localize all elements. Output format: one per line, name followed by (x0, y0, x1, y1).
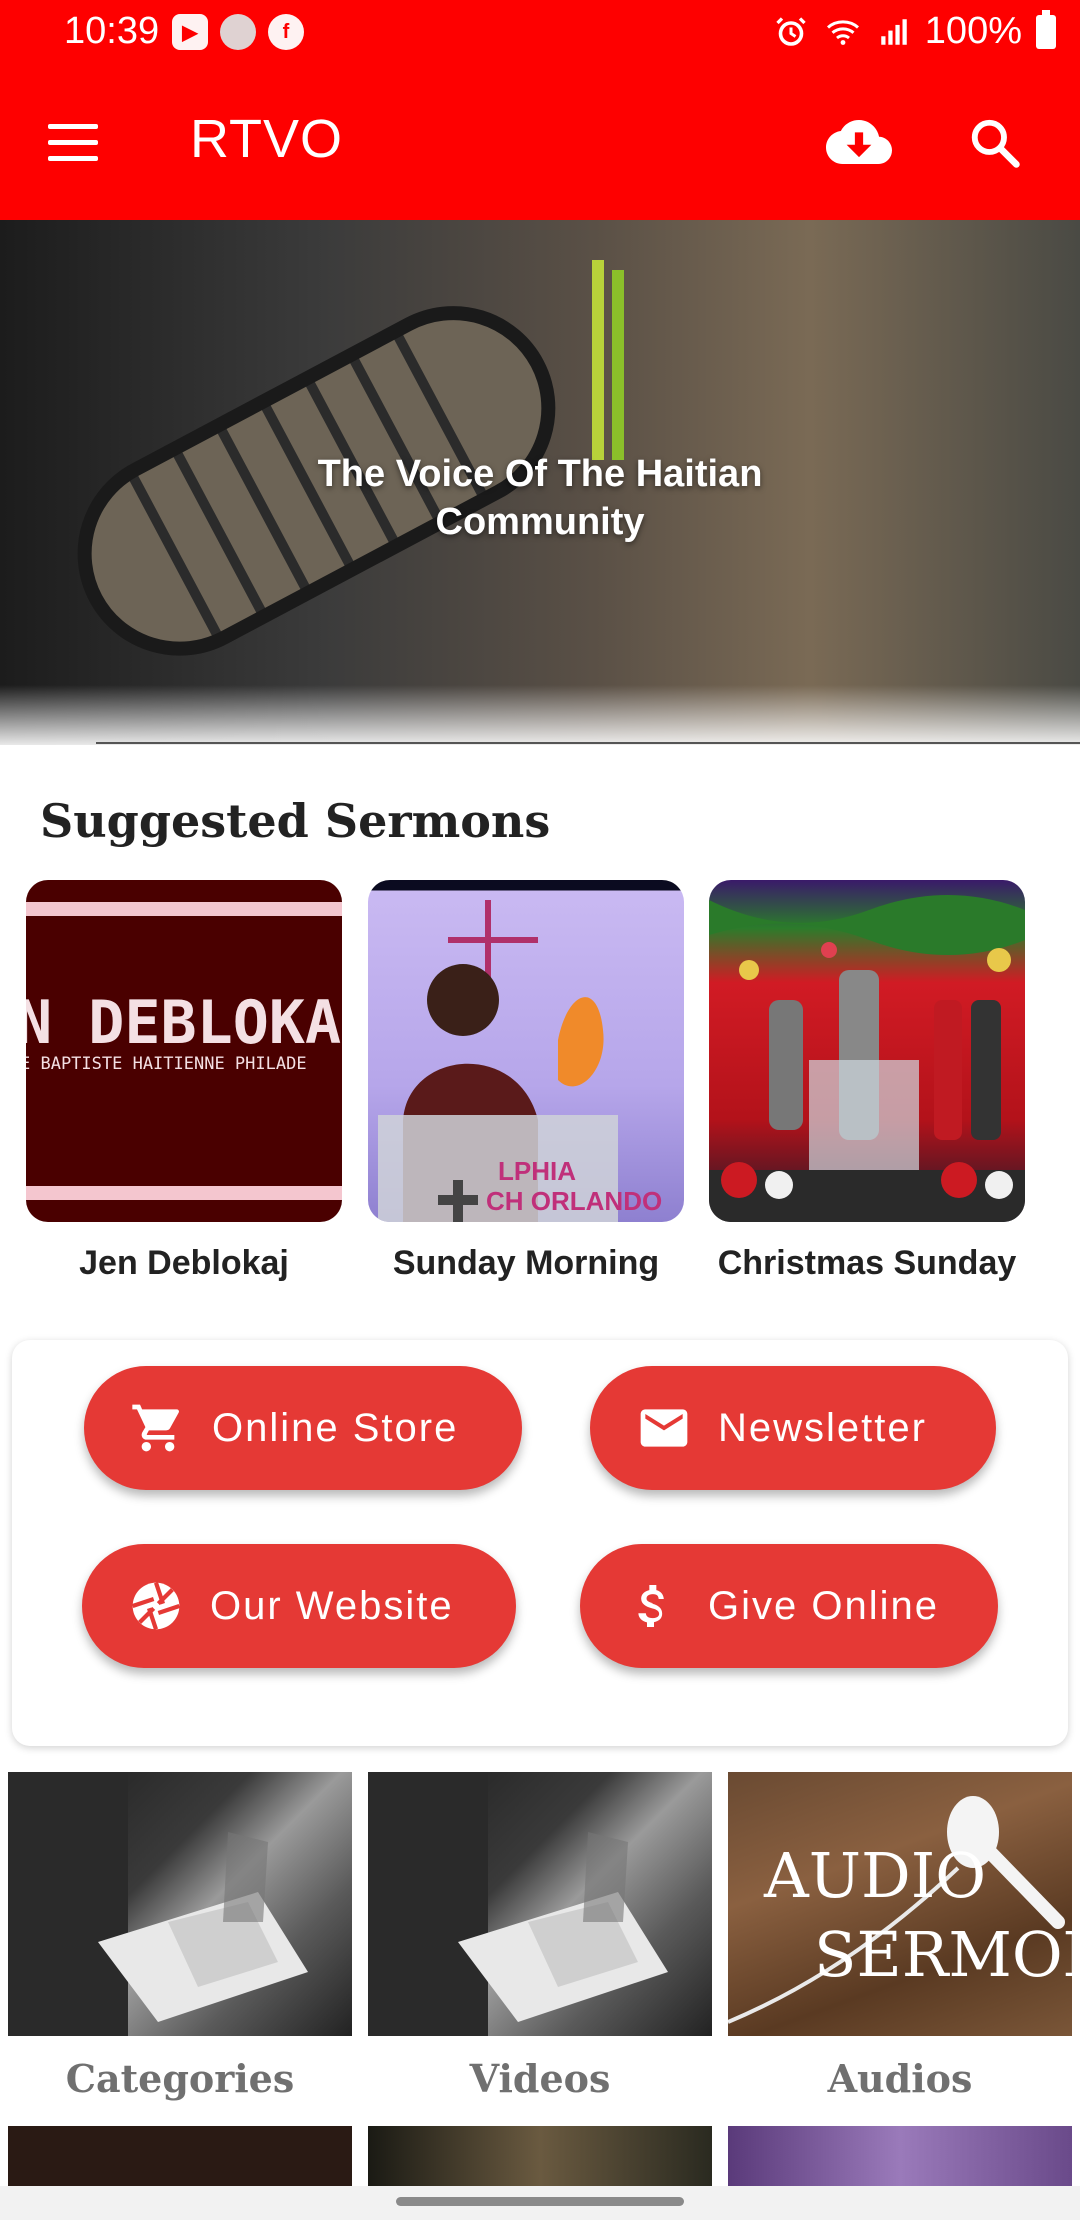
our-website-button[interactable]: Our Website (82, 1544, 516, 1668)
mail-icon (634, 1398, 694, 1458)
dollar-icon (624, 1576, 684, 1636)
categories-tile[interactable] (8, 1772, 352, 2036)
status-bar: 10:39 ▶ f 100% (0, 0, 1080, 64)
audios-label: Audios (827, 2056, 973, 2101)
christmas-stage-image (709, 895, 1025, 1222)
home-gesture-handle[interactable] (396, 2197, 684, 2206)
hero-banner[interactable]: The Voice Of The Haitian Community (0, 220, 1080, 745)
thumbnail-subtext: E BAPTISTE HAITIENNE PHILADE (26, 1054, 307, 1074)
battery-icon (1036, 9, 1056, 49)
categories-label: Categories (65, 2056, 295, 2101)
sermon-label: Sunday Morning (392, 1244, 660, 1282)
status-time: 10:39 (64, 10, 160, 52)
sermon-label: Jen Deblokaj (79, 1244, 289, 1282)
hero-fade (0, 685, 1080, 745)
tile-peek[interactable] (368, 2126, 712, 2186)
thumbnail-text: N DEBLOKA (26, 988, 342, 1058)
alarm-icon (776, 16, 806, 46)
online-store-button[interactable]: Online Store (84, 1366, 522, 1490)
app-title: RTVO (190, 109, 344, 169)
wifi-icon (826, 19, 859, 45)
status-system-icons: 100% (773, 9, 1056, 53)
tile-peek[interactable] (8, 2126, 352, 2186)
hero-tagline: The Voice Of The Haitian Community (317, 453, 763, 543)
divider (96, 742, 1080, 744)
audio-tile-subtext: SERMONS (814, 1918, 1072, 1991)
signal-icon (881, 18, 907, 45)
sermon-thumbnail: N DEBLOKA E BAPTISTE HAITIENNE PHILADE (26, 880, 342, 1222)
sermon-label: Christmas Sunday (717, 1244, 1017, 1282)
app-icon (220, 14, 256, 50)
sermon-card[interactable]: N DEBLOKA E BAPTISTE HAITIENNE PHILADE J… (26, 880, 342, 1283)
preacher-image: LPHIA CH ORLANDO (378, 900, 662, 1222)
battery-percent: 100% (924, 10, 1022, 52)
sermon-thumbnail: LPHIA CH ORLANDO (368, 880, 684, 1222)
audios-tile[interactable]: AUDIO SERMONS (728, 1772, 1072, 2036)
facebook-icon: f (268, 14, 304, 50)
newsletter-button[interactable]: Newsletter (590, 1366, 996, 1490)
online-store-label: Online Store (212, 1405, 459, 1450)
youtube-icon: ▶ (172, 14, 208, 50)
actions-card: Online Store Newsletter Our Website Give… (12, 1340, 1068, 1746)
app-bar: RTVO (0, 64, 1080, 220)
aperture-icon (126, 1576, 186, 1636)
audio-tile-text: AUDIO (764, 1839, 987, 1912)
section-title-suggested: Suggested Sermons (40, 794, 551, 848)
videos-label: Videos (469, 2056, 611, 2101)
bible-reading-image (8, 1772, 308, 2036)
thumbnail-text: LPHIA (498, 1156, 576, 1186)
bible-reading-image (368, 1772, 668, 2036)
give-online-label: Give Online (708, 1583, 939, 1628)
our-website-label: Our Website (210, 1583, 454, 1628)
newsletter-label: Newsletter (718, 1405, 927, 1450)
cart-icon (128, 1398, 188, 1458)
level-meter-image (592, 260, 624, 460)
search-icon[interactable] (968, 116, 1022, 170)
sermon-card[interactable]: Christmas Sunday (709, 880, 1025, 1283)
sermon-card[interactable]: LPHIA CH ORLANDO Sunday Morning (368, 880, 684, 1283)
videos-tile[interactable] (368, 1772, 712, 2036)
status-notification-icons: ▶ f (172, 14, 304, 50)
tile-peek[interactable] (728, 2126, 1072, 2186)
cloud-download-icon[interactable] (826, 114, 892, 170)
thumbnail-subtext: CH ORLANDO (486, 1186, 662, 1216)
sermon-thumbnail (709, 880, 1025, 1222)
app-screen: 10:39 ▶ f 100% RTVO The Voice Of The Hai… (0, 0, 1080, 2220)
give-online-button[interactable]: Give Online (580, 1544, 998, 1668)
menu-icon[interactable] (48, 124, 98, 162)
